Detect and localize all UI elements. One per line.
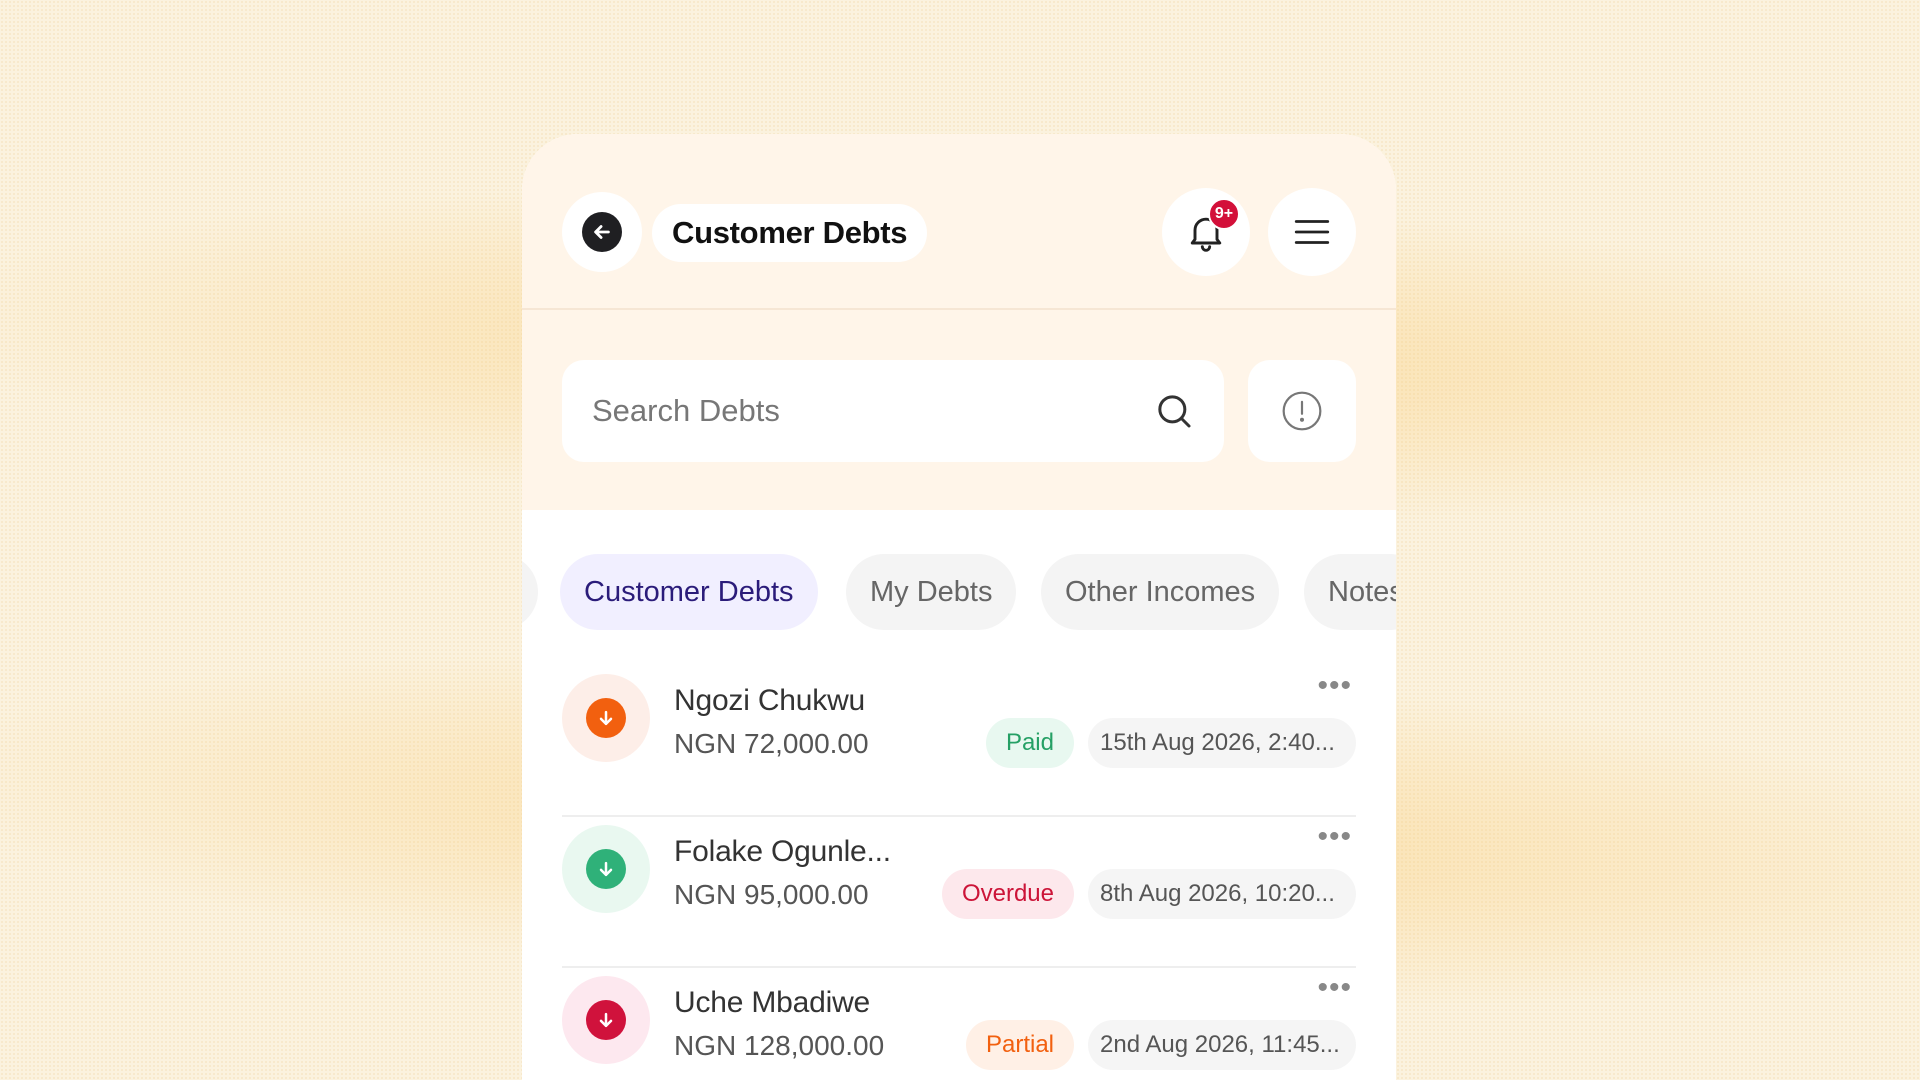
page-title: Customer Debts xyxy=(652,204,928,262)
search-bar xyxy=(562,360,1224,462)
debtor-name: Ngozi Chukwu xyxy=(674,684,866,717)
tab-customer-debts[interactable]: Customer Debts xyxy=(560,554,818,630)
debt-date: 15th Aug 2026, 2:40... xyxy=(1088,718,1356,768)
avatar xyxy=(562,674,650,762)
list-item[interactable]: Folake Ogunle... NGN 95,000.00 ••• Overd… xyxy=(562,817,1356,968)
debtor-name: Folake Ogunle... xyxy=(674,835,891,868)
list-item[interactable]: Ngozi Chukwu NGN 72,000.00 ••• Paid 15th… xyxy=(562,666,1356,817)
search-section xyxy=(522,310,1396,510)
debt-amount: NGN 128,000.00 xyxy=(674,1030,885,1061)
notification-badge: 9+ xyxy=(1208,198,1240,230)
info-button[interactable] xyxy=(1248,360,1356,462)
search-icon[interactable] xyxy=(1154,391,1194,431)
back-arrow-icon xyxy=(582,212,622,252)
tab-other-incomes[interactable]: Other Incomes xyxy=(1041,554,1280,630)
status-badge: Partial xyxy=(965,1020,1074,1070)
category-tabs: Customer Debts My Debts Other Incomes No… xyxy=(522,554,1396,630)
list-item[interactable]: Uche Mbadiwe NGN 128,000.00 ••• Partial … xyxy=(562,968,1356,1080)
tab-my-debts[interactable]: My Debts xyxy=(846,554,1017,630)
tab-notes[interactable]: Notes xyxy=(1304,554,1396,630)
more-options-icon[interactable]: ••• xyxy=(1317,973,1352,1003)
debts-list: Ngozi Chukwu NGN 72,000.00 ••• Paid 15th… xyxy=(562,666,1356,1080)
tab-previous[interactable] xyxy=(522,554,538,630)
hamburger-menu-icon xyxy=(1294,220,1330,244)
status-badge: Overdue xyxy=(941,869,1074,919)
status-badge: Paid xyxy=(985,718,1074,768)
top-bar: Customer Debts 9+ xyxy=(522,134,1396,310)
more-options-icon[interactable]: ••• xyxy=(1317,671,1352,701)
more-options-icon[interactable]: ••• xyxy=(1317,822,1352,852)
arrow-down-icon xyxy=(586,698,626,738)
notifications-button[interactable]: 9+ xyxy=(1162,188,1250,276)
debt-amount: NGN 72,000.00 xyxy=(674,728,869,759)
search-input[interactable] xyxy=(592,393,1154,429)
debtor-name: Uche Mbadiwe xyxy=(674,986,871,1019)
app-screen: Customer Debts 9+ Search Debts Customer … xyxy=(522,134,1396,1080)
arrow-down-icon xyxy=(586,849,626,889)
debt-date: 8th Aug 2026, 10:20... xyxy=(1088,869,1356,919)
menu-button[interactable] xyxy=(1268,188,1356,276)
back-button[interactable] xyxy=(562,192,642,272)
debt-amount: NGN 95,000.00 xyxy=(674,879,869,910)
avatar xyxy=(562,825,650,913)
info-exclamation-icon xyxy=(1282,391,1322,431)
arrow-down-icon xyxy=(586,1000,626,1040)
debt-date: 2nd Aug 2026, 11:45... xyxy=(1088,1020,1356,1070)
avatar xyxy=(562,976,650,1064)
